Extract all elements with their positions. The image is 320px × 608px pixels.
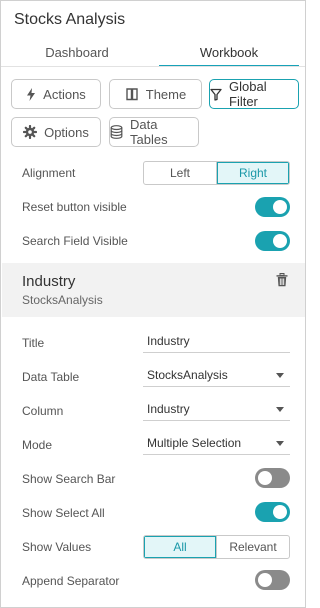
reset-button-visible-label: Reset button visible [22, 200, 127, 214]
show-search-bar-toggle[interactable] [255, 468, 290, 488]
data-tables-button-label: Data Tables [130, 117, 168, 147]
filter-icon [210, 88, 222, 101]
title-label: Title [22, 336, 45, 350]
theme-button-label: Theme [145, 86, 187, 102]
toggle-knob [273, 200, 287, 214]
column-label: Column [22, 404, 64, 418]
mode-label: Mode [22, 438, 53, 452]
filter-section-header: Industry StocksAnalysis [2, 263, 305, 317]
show-values-all-option[interactable]: All [144, 536, 216, 558]
gear-icon [23, 125, 38, 139]
trash-icon[interactable] [276, 273, 288, 292]
options-button[interactable]: Options [11, 117, 101, 147]
chevron-down-icon [276, 373, 284, 378]
filter-name: Industry [22, 273, 76, 290]
actions-button[interactable]: Actions [11, 79, 101, 109]
show-values-relevant-option[interactable]: Relevant [216, 536, 289, 558]
mode-select[interactable]: Multiple Selection [143, 433, 290, 455]
settings-panel: Stocks Analysis Dashboard Workbook Actio… [0, 0, 306, 608]
data-table-label: Data Table [22, 370, 80, 384]
show-select-all-toggle[interactable] [255, 502, 290, 522]
alignment-segmented-control: Left Right [143, 161, 290, 185]
panel-title: Stocks Analysis [14, 11, 126, 28]
reset-button-visible-toggle[interactable] [255, 197, 290, 217]
global-filter-button-label: Global Filter [229, 79, 267, 109]
chevron-down-icon [276, 407, 284, 412]
tab-bar: Dashboard Workbook [1, 43, 305, 67]
book-icon [125, 87, 139, 101]
chevron-down-icon [276, 441, 284, 446]
global-filter-button[interactable]: Global Filter [209, 79, 299, 109]
tab-divider [1, 66, 305, 67]
show-values-segmented-control: All Relevant [143, 535, 290, 559]
toggle-knob [258, 573, 272, 587]
actions-button-label: Actions [43, 86, 86, 102]
search-field-visible-toggle[interactable] [255, 231, 290, 251]
alignment-left-option[interactable]: Left [144, 162, 216, 184]
show-select-all-label: Show Select All [22, 506, 105, 520]
tab-dashboard[interactable]: Dashboard [1, 43, 153, 67]
lightning-icon [26, 87, 36, 101]
data-table-value: StocksAnalysis [147, 368, 228, 382]
database-icon [110, 125, 123, 139]
search-field-visible-label: Search Field Visible [22, 234, 128, 248]
filter-source: StocksAnalysis [22, 293, 103, 307]
tab-workbook[interactable]: Workbook [153, 43, 305, 67]
append-separator-toggle[interactable] [255, 570, 290, 590]
append-separator-label: Append Separator [22, 574, 120, 588]
show-search-bar-label: Show Search Bar [22, 472, 116, 486]
theme-button[interactable]: Theme [109, 79, 202, 109]
data-tables-button[interactable]: Data Tables [109, 117, 199, 147]
alignment-right-option[interactable]: Right [216, 162, 289, 184]
alignment-label: Alignment [22, 166, 76, 180]
toggle-knob [273, 505, 287, 519]
options-button-label: Options [44, 124, 89, 140]
toggle-knob [258, 471, 272, 485]
title-input[interactable]: Industry [143, 331, 290, 353]
data-table-select[interactable]: StocksAnalysis [143, 365, 290, 387]
toggle-knob [273, 234, 287, 248]
column-select[interactable]: Industry [143, 399, 290, 421]
column-value: Industry [147, 402, 190, 416]
show-values-label: Show Values [22, 540, 92, 554]
mode-value: Multiple Selection [147, 436, 242, 450]
